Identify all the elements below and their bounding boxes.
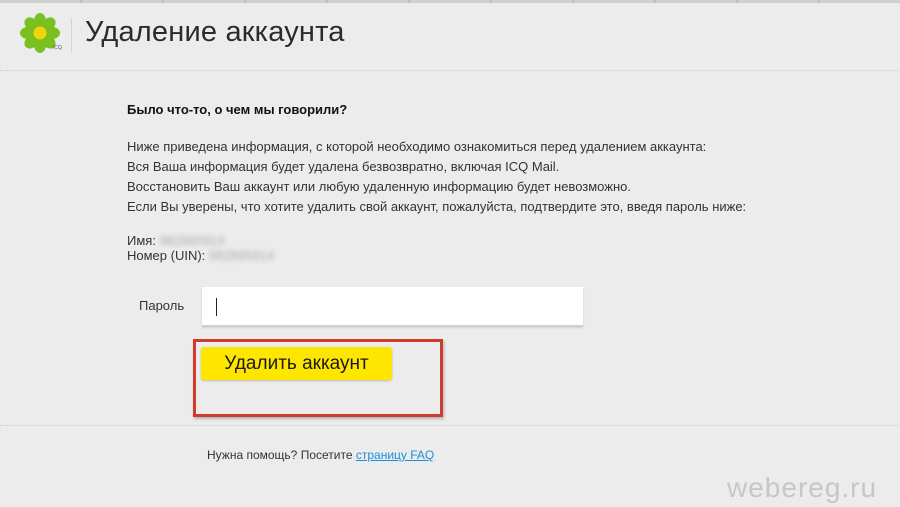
info-line: Вся Ваша информация будет удалена безвоз…	[127, 159, 560, 174]
account-name-row: Имя: 982895914	[127, 233, 274, 248]
account-details: Имя: 982895914 Номер (UIN): 982895914	[127, 233, 274, 263]
text-caret	[216, 298, 217, 316]
info-text: Ниже приведена информация, с которой нео…	[127, 137, 746, 217]
info-line: Если Вы уверены, что хотите удалить свой…	[127, 199, 747, 214]
uin-label: Номер (UIN):	[127, 248, 206, 263]
password-input[interactable]	[202, 287, 583, 327]
name-value-blurred: 982895914	[159, 233, 225, 248]
password-label: Пароль	[139, 298, 185, 313]
footer-divider	[0, 425, 900, 426]
logo-subtext: ICQ	[53, 45, 62, 51]
header-divider	[71, 18, 72, 52]
header: ICQ Удаление аккаунта	[0, 0, 900, 71]
uin-value-blurred: 982895914	[208, 248, 274, 263]
help-prefix: Нужна помощь? Посетите	[207, 448, 356, 462]
info-line: Восстановить Ваш аккаунт или любую удале…	[127, 179, 631, 194]
section-question: Было что-то, о чем мы говорили?	[127, 102, 348, 117]
account-uin-row: Номер (UIN): 982895914	[127, 248, 274, 263]
name-label: Имя:	[127, 233, 156, 248]
delete-account-button[interactable]: Удалить аккаунт	[201, 347, 392, 380]
faq-link[interactable]: страницу FAQ	[356, 448, 434, 462]
watermark: webereg.ru	[727, 472, 878, 503]
help-text: Нужна помощь? Посетите страницу FAQ	[207, 448, 434, 462]
page-title: Удаление аккаунта	[85, 16, 345, 48]
info-line: Ниже приведена информация, с которой нео…	[127, 139, 707, 154]
